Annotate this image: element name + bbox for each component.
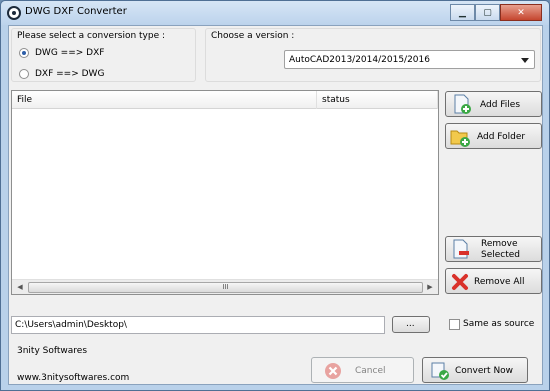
app-window: DWG DXF Converter ▁ ▢ ✕ Please select a …: [0, 0, 550, 391]
file-list[interactable]: File status ◀ III ▶: [11, 90, 439, 295]
window-title: DWG DXF Converter: [25, 6, 127, 17]
scrollbar-thumb[interactable]: III: [28, 282, 423, 293]
app-logo-icon: [7, 6, 21, 20]
main-panel: Please select a conversion type : DWG ==…: [8, 25, 543, 385]
conversion-type-group: Please select a conversion type : DWG ==…: [11, 28, 196, 82]
dxf-to-dwg-label[interactable]: DXF ==> DWG: [35, 69, 104, 79]
close-button[interactable]: ✕: [500, 4, 542, 21]
remove-all-button[interactable]: Remove All: [445, 268, 542, 294]
same-as-source-checkbox[interactable]: [449, 319, 460, 330]
convert-now-button[interactable]: Convert Now: [422, 357, 528, 383]
same-as-source-label[interactable]: Same as source: [463, 319, 534, 329]
red-x-icon: [452, 274, 468, 290]
output-path-input[interactable]: [12, 317, 384, 333]
title-bar[interactable]: DWG DXF Converter ▁ ▢ ✕: [1, 1, 549, 25]
cancel-label: Cancel: [355, 366, 386, 376]
minimize-button[interactable]: ▁: [450, 4, 475, 21]
version-label: Choose a version :: [211, 31, 295, 41]
cancel-button[interactable]: Cancel: [311, 357, 414, 383]
horizontal-scrollbar[interactable]: ◀ III ▶: [12, 279, 438, 294]
add-files-label: Add Files: [480, 100, 521, 110]
output-path-field[interactable]: [11, 316, 385, 334]
add-folder-icon: [450, 130, 470, 147]
cancel-icon: [325, 363, 341, 379]
conversion-type-label: Please select a conversion type :: [17, 31, 166, 41]
add-folder-button[interactable]: Add Folder: [445, 123, 542, 149]
convert-icon: [431, 362, 449, 380]
add-files-button[interactable]: Add Files: [445, 91, 542, 117]
chevron-down-icon[interactable]: [521, 58, 529, 63]
remove-selected-button[interactable]: Remove Selected: [445, 236, 542, 262]
version-selected: AutoCAD2013/2014/2015/2016: [289, 55, 430, 65]
convert-now-label: Convert Now: [455, 366, 514, 376]
remove-selected-label-1: Remove: [481, 239, 518, 249]
dwg-to-dxf-label[interactable]: DWG ==> DXF: [35, 48, 104, 58]
add-file-icon: [454, 94, 471, 114]
scroll-left-icon[interactable]: ◀: [15, 282, 25, 292]
add-folder-label: Add Folder: [477, 132, 526, 142]
dxf-to-dwg-radio[interactable]: [19, 69, 29, 79]
dwg-to-dxf-radio[interactable]: [19, 48, 29, 58]
website-link[interactable]: www.3nitysoftwares.com: [17, 373, 129, 383]
company-name: 3nity Softwares: [17, 346, 88, 356]
remove-selected-label-2: Selected: [481, 250, 521, 260]
version-dropdown[interactable]: AutoCAD2013/2014/2015/2016: [284, 50, 535, 69]
browse-label: ...: [406, 319, 415, 329]
window-controls: ▁ ▢ ✕: [450, 4, 542, 21]
status-column-header[interactable]: status: [317, 91, 438, 109]
maximize-button[interactable]: ▢: [475, 4, 500, 21]
remove-all-label: Remove All: [474, 277, 525, 287]
version-group: Choose a version : AutoCAD2013/2014/2015…: [205, 28, 541, 82]
remove-file-icon: [453, 239, 469, 259]
file-column-header[interactable]: File: [12, 91, 317, 109]
file-list-header: File status: [12, 91, 438, 109]
scroll-right-icon[interactable]: ▶: [425, 282, 435, 292]
browse-button[interactable]: ...: [392, 316, 430, 333]
